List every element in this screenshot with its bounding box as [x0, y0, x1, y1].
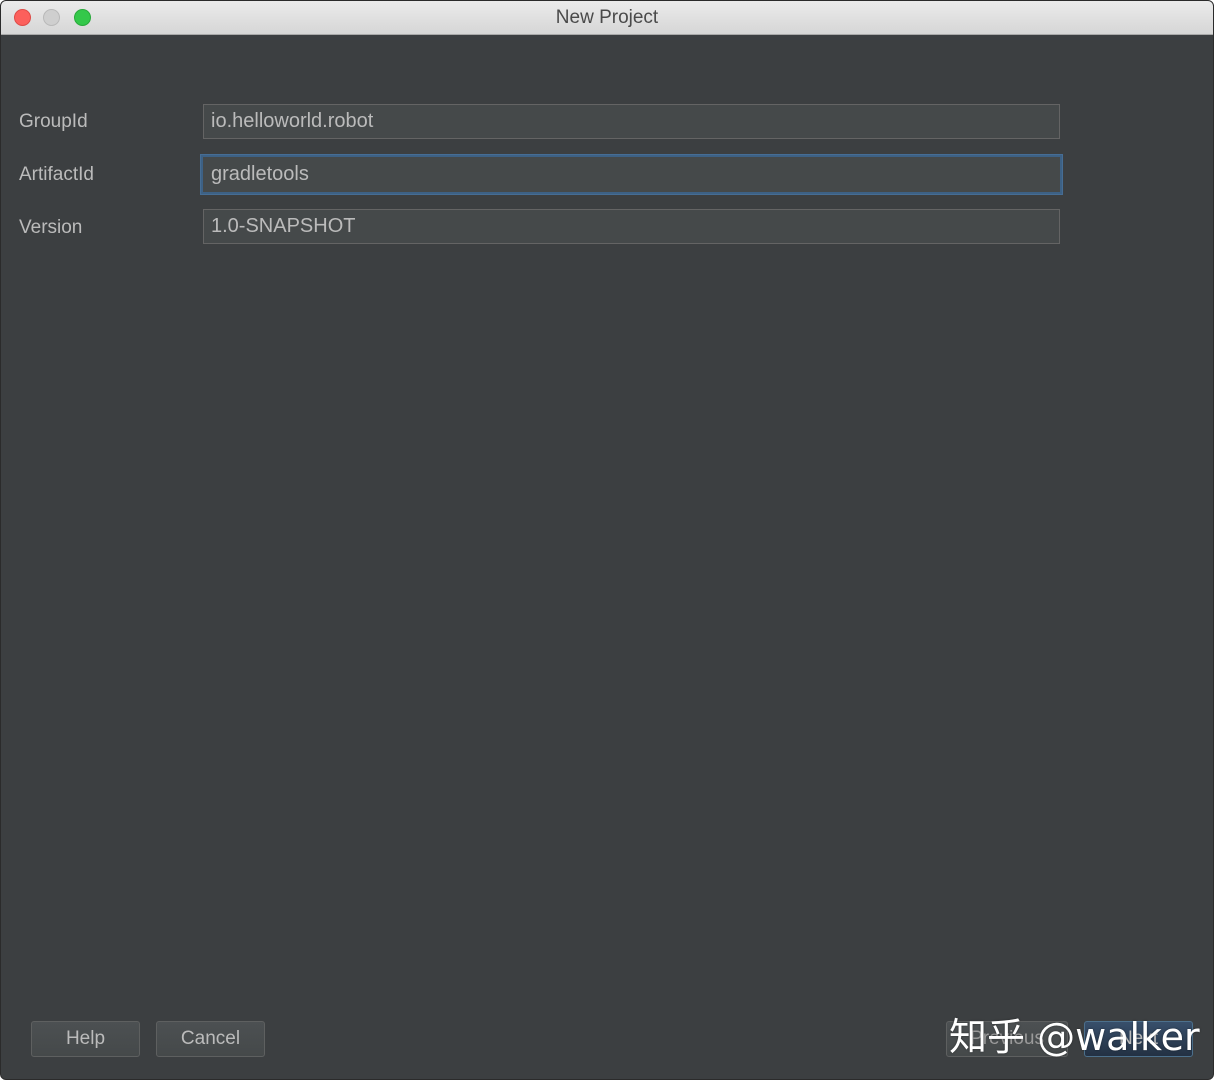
- group-id-input[interactable]: [203, 104, 1060, 139]
- artifact-id-input[interactable]: [201, 155, 1062, 194]
- artifact-id-label: ArtifactId: [19, 164, 94, 185]
- cancel-button[interactable]: Cancel: [156, 1021, 265, 1057]
- title-bar[interactable]: New Project: [1, 1, 1213, 35]
- window-title: New Project: [555, 7, 659, 28]
- version-input[interactable]: [203, 209, 1060, 244]
- watermark: 知乎 @walker: [949, 1015, 1200, 1059]
- new-project-dialog: New Project GroupId ArtifactId Version H…: [0, 0, 1214, 1080]
- help-button[interactable]: Help: [31, 1021, 140, 1057]
- version-label: Version: [19, 217, 83, 238]
- group-id-label: GroupId: [19, 111, 88, 132]
